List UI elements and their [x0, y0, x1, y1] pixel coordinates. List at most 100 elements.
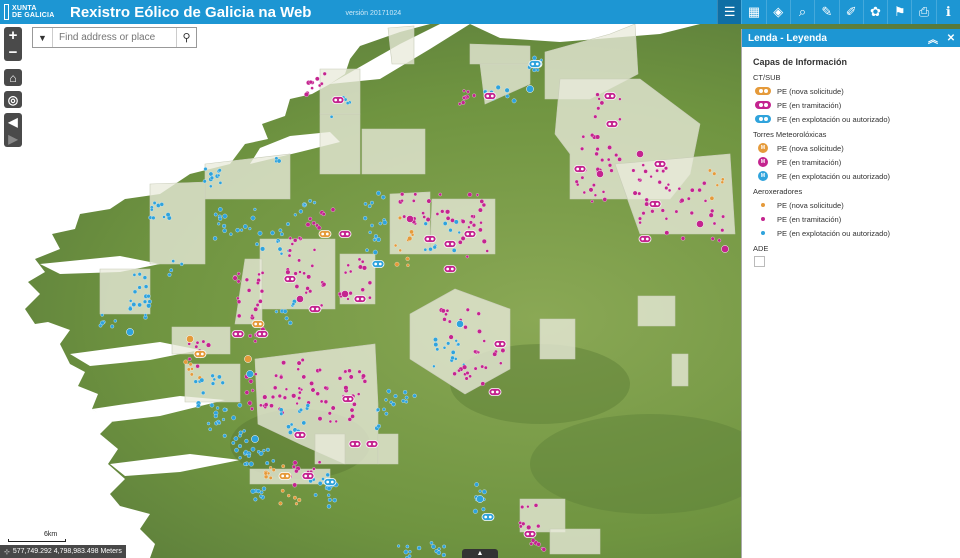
- wind-turbine-marker[interactable]: [597, 97, 601, 101]
- wind-turbine-marker[interactable]: [275, 240, 280, 244]
- wind-turbine-marker[interactable]: [444, 312, 448, 317]
- wind-turbine-marker[interactable]: [715, 183, 719, 187]
- wind-turbine-marker[interactable]: [190, 367, 194, 371]
- wind-turbine-marker[interactable]: [590, 133, 595, 138]
- wind-turbine-marker[interactable]: [263, 471, 268, 476]
- wind-turbine-marker[interactable]: [291, 393, 297, 399]
- wind-turbine-marker[interactable]: [263, 402, 269, 408]
- wind-turbine-marker[interactable]: [299, 407, 303, 412]
- wind-turbine-marker[interactable]: [289, 422, 294, 427]
- wind-turbine-marker[interactable]: [492, 351, 498, 357]
- substation-marker[interactable]: [463, 230, 477, 238]
- wind-turbine-marker[interactable]: [406, 263, 410, 267]
- wind-turbine-marker[interactable]: [482, 339, 486, 343]
- wind-turbine-marker[interactable]: [397, 544, 401, 548]
- wind-turbine-marker[interactable]: [593, 193, 597, 197]
- wind-turbine-marker[interactable]: [368, 295, 372, 300]
- wind-turbine-marker[interactable]: [445, 308, 450, 313]
- ade-polygon[interactable]: [387, 25, 415, 65]
- wind-turbine-marker[interactable]: [467, 225, 471, 229]
- wind-turbine-marker[interactable]: [367, 204, 372, 209]
- wind-turbine-marker[interactable]: [402, 390, 408, 395]
- wind-turbine-marker[interactable]: [368, 230, 372, 235]
- wind-turbine-marker[interactable]: [281, 464, 286, 469]
- wind-turbine-marker[interactable]: [246, 453, 251, 458]
- wind-turbine-marker[interactable]: [582, 190, 586, 195]
- wind-turbine-marker[interactable]: [637, 191, 642, 196]
- wind-turbine-marker[interactable]: [243, 224, 248, 229]
- wind-turbine-marker[interactable]: [500, 348, 506, 353]
- wind-turbine-marker[interactable]: [462, 364, 468, 370]
- wind-turbine-marker[interactable]: [481, 202, 487, 208]
- met-tower-marker[interactable]: [406, 215, 414, 223]
- wind-turbine-marker[interactable]: [146, 303, 152, 309]
- wind-turbine-marker[interactable]: [208, 427, 212, 432]
- wind-turbine-marker[interactable]: [471, 223, 477, 228]
- wind-turbine-marker[interactable]: [431, 544, 436, 549]
- wind-turbine-marker[interactable]: [433, 337, 438, 342]
- wind-turbine-marker[interactable]: [298, 209, 303, 214]
- wind-turbine-marker[interactable]: [98, 323, 103, 328]
- wind-turbine-marker[interactable]: [480, 364, 485, 369]
- wind-turbine-marker[interactable]: [259, 494, 263, 498]
- wind-turbine-marker[interactable]: [236, 279, 241, 284]
- wind-turbine-marker[interactable]: [452, 371, 457, 376]
- wind-turbine-marker[interactable]: [248, 379, 254, 384]
- wind-turbine-marker[interactable]: [131, 302, 137, 307]
- wind-turbine-marker[interactable]: [617, 157, 622, 162]
- wind-turbine-marker[interactable]: [271, 459, 276, 463]
- wind-turbine-marker[interactable]: [458, 240, 463, 245]
- wind-turbine-marker[interactable]: [365, 248, 369, 252]
- wind-turbine-marker[interactable]: [209, 175, 214, 180]
- wind-turbine-marker[interactable]: [343, 385, 349, 391]
- wind-turbine-marker[interactable]: [482, 489, 487, 495]
- ade-polygon[interactable]: [149, 181, 206, 265]
- wind-turbine-marker[interactable]: [203, 167, 208, 171]
- wind-turbine-marker[interactable]: [277, 246, 283, 252]
- wind-turbine-marker[interactable]: [132, 289, 138, 294]
- wind-turbine-marker[interactable]: [313, 493, 318, 497]
- substation-marker[interactable]: [193, 350, 207, 358]
- wind-turbine-marker[interactable]: [221, 417, 226, 422]
- wind-turbine-marker[interactable]: [454, 357, 458, 361]
- wind-turbine-marker[interactable]: [664, 217, 669, 221]
- wind-turbine-marker[interactable]: [231, 441, 236, 445]
- wind-turbine-marker[interactable]: [265, 461, 270, 466]
- wind-turbine-marker[interactable]: [398, 215, 402, 220]
- wind-turbine-marker[interactable]: [607, 163, 613, 168]
- wind-turbine-marker[interactable]: [467, 192, 473, 197]
- wind-turbine-marker[interactable]: [609, 168, 614, 173]
- wind-turbine-marker[interactable]: [215, 406, 220, 410]
- wind-turbine-marker[interactable]: [237, 313, 242, 319]
- ade-polygon[interactable]: [314, 433, 346, 465]
- wind-turbine-marker[interactable]: [462, 96, 466, 100]
- wind-turbine-marker[interactable]: [402, 214, 407, 219]
- wind-turbine-marker[interactable]: [194, 344, 199, 349]
- wind-turbine-marker[interactable]: [304, 92, 309, 97]
- wind-turbine-marker[interactable]: [257, 272, 261, 277]
- wind-turbine-marker[interactable]: [445, 216, 451, 221]
- wind-turbine-marker[interactable]: [535, 68, 540, 72]
- wind-turbine-marker[interactable]: [311, 221, 316, 226]
- wind-turbine-marker[interactable]: [293, 213, 297, 217]
- substation-marker[interactable]: [523, 530, 537, 538]
- wind-turbine-marker[interactable]: [278, 407, 284, 413]
- wind-turbine-marker[interactable]: [213, 414, 218, 419]
- wind-turbine-marker[interactable]: [282, 309, 288, 314]
- wind-turbine-marker[interactable]: [199, 377, 205, 383]
- wind-turbine-marker[interactable]: [448, 228, 453, 233]
- wind-turbine-marker[interactable]: [261, 486, 267, 491]
- wind-turbine-marker[interactable]: [606, 157, 611, 162]
- wind-turbine-marker[interactable]: [373, 234, 378, 239]
- wind-turbine-marker[interactable]: [357, 392, 361, 396]
- wind-turbine-marker[interactable]: [288, 248, 292, 253]
- wind-turbine-marker[interactable]: [518, 524, 523, 529]
- substation-marker[interactable]: [638, 235, 652, 243]
- wind-turbine-marker[interactable]: [255, 303, 260, 307]
- wind-turbine-marker[interactable]: [495, 84, 501, 90]
- wind-turbine-marker[interactable]: [334, 419, 338, 423]
- wind-turbine-marker[interactable]: [574, 179, 579, 184]
- substation-marker[interactable]: [308, 305, 322, 313]
- wind-turbine-marker[interactable]: [253, 339, 258, 343]
- wind-turbine-marker[interactable]: [708, 168, 712, 173]
